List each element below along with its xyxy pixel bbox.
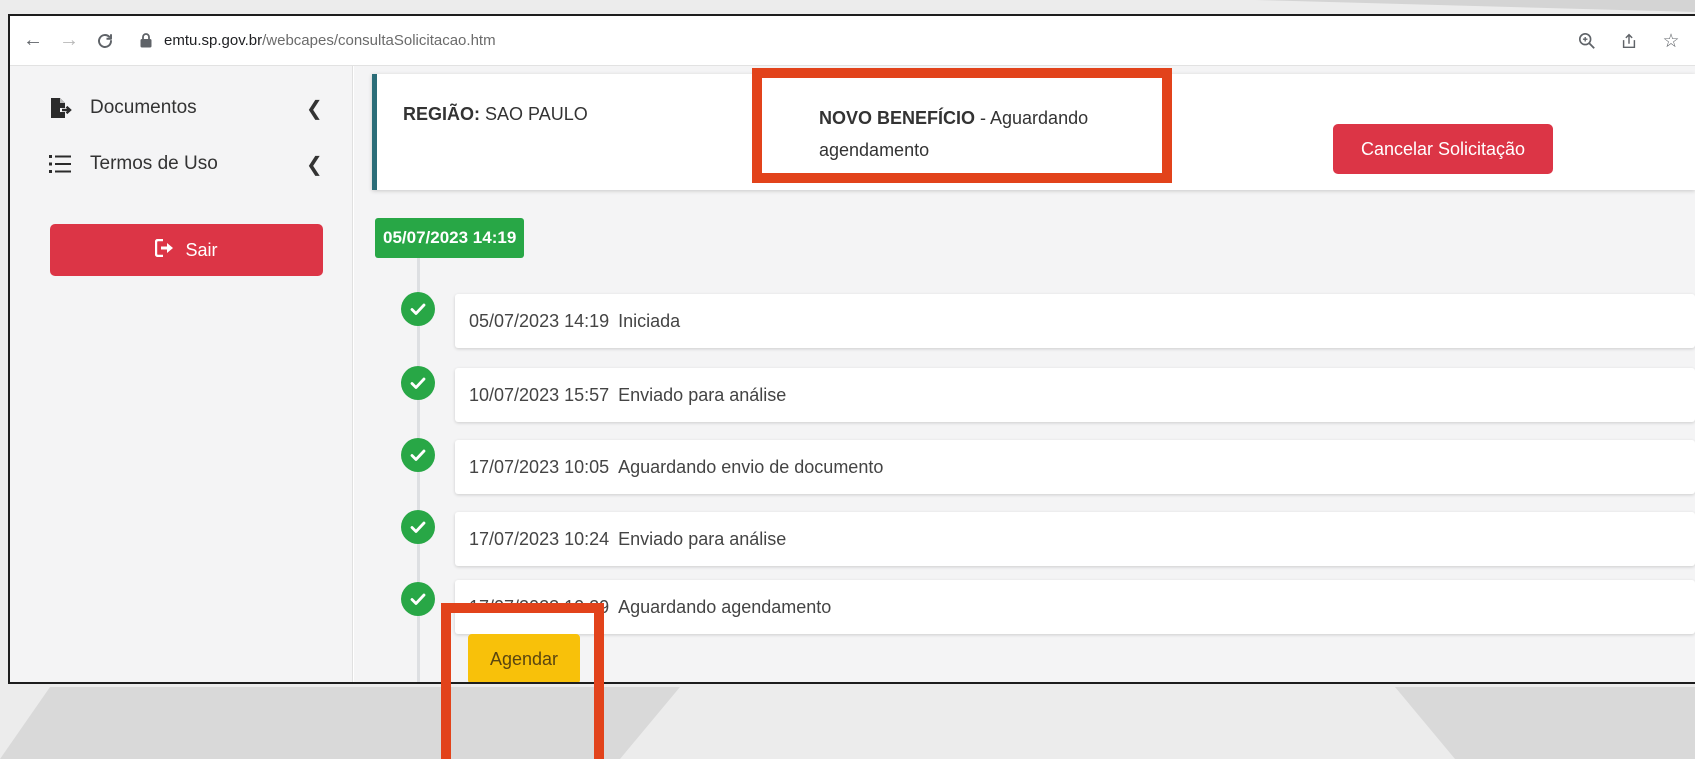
url-path: /webcapes/consultaSolicitacao.htm bbox=[262, 32, 496, 49]
browser-toolbar: ← → emtu.sp.gov.br/webcapes/consultaSoli… bbox=[10, 16, 1695, 66]
timeline-event: 17/07/2023 10:05 Aguardando envio de doc… bbox=[455, 440, 1695, 494]
sidebar-item-label: Termos de Uso bbox=[90, 153, 218, 174]
chevron-left-icon: ❮ bbox=[306, 97, 323, 120]
timeline-event-date: 17/07/2023 10:05 bbox=[469, 456, 610, 477]
address-bar[interactable]: emtu.sp.gov.br/webcapes/consultaSolicita… bbox=[136, 23, 496, 59]
check-circle-icon bbox=[401, 438, 435, 472]
sidebar-item-termos-de-uso[interactable]: Termos de Uso ❮ bbox=[10, 136, 353, 192]
sidebar-item-documentos[interactable]: Documentos ❮ bbox=[10, 80, 353, 136]
timeline-event-date: 05/07/2023 14:19 bbox=[469, 310, 610, 331]
timeline-event: 17/07/2023 10:29 Aguardando agendamento bbox=[455, 580, 1695, 634]
list-icon bbox=[48, 152, 72, 176]
logout-label: Sair bbox=[185, 239, 218, 260]
lock-icon bbox=[136, 33, 156, 48]
timeline-date-badge: 05/07/2023 14:19 bbox=[375, 218, 525, 258]
url-text: emtu.sp.gov.br/webcapes/consultaSolicita… bbox=[164, 32, 496, 49]
check-circle-icon bbox=[401, 292, 435, 326]
timeline-event-date: 10/07/2023 15:57 bbox=[469, 384, 610, 405]
bookmark-star-icon[interactable]: ☆ bbox=[1657, 27, 1685, 55]
check-circle-icon bbox=[401, 510, 435, 544]
timeline-event: 05/07/2023 14:19 Iniciada bbox=[455, 294, 1695, 348]
background-shape bbox=[1255, 0, 1695, 12]
timeline-event-text: Aguardando envio de documento bbox=[618, 456, 884, 477]
share-icon[interactable] bbox=[1615, 27, 1643, 55]
timeline-event-text: Enviado para análise bbox=[618, 384, 787, 405]
timeline-event-text: Iniciada bbox=[618, 310, 681, 331]
back-arrow-icon[interactable]: ← bbox=[18, 26, 48, 56]
cancel-request-button[interactable]: Cancelar Solicitação bbox=[1333, 124, 1553, 174]
check-circle-icon bbox=[401, 582, 435, 616]
region-label: REGIÃO: bbox=[403, 104, 481, 124]
timeline-event: 10/07/2023 15:57 Enviado para análise bbox=[455, 368, 1695, 422]
chevron-left-icon: ❮ bbox=[306, 153, 323, 176]
logout-button[interactable]: Sair bbox=[50, 224, 323, 276]
background-shape bbox=[0, 687, 680, 759]
timeline-event-text: Enviado para análise bbox=[618, 528, 787, 549]
region-value: SAO PAULO bbox=[485, 104, 588, 124]
file-export-icon bbox=[48, 96, 72, 120]
timeline-event-date: 17/07/2023 10:24 bbox=[469, 528, 610, 549]
forward-arrow-icon[interactable]: → bbox=[54, 26, 84, 56]
sign-out-icon bbox=[155, 238, 175, 262]
zoom-icon[interactable] bbox=[1573, 27, 1601, 55]
background-shape bbox=[1395, 687, 1695, 759]
annotation-highlight-schedule bbox=[441, 603, 604, 759]
region-info: REGIÃO: SAO PAULO bbox=[403, 104, 588, 125]
sidebar-item-label: Documentos bbox=[90, 97, 197, 118]
sidebar: Documentos ❮ Termos de Uso ❮ Sair bbox=[10, 66, 353, 682]
reload-icon[interactable] bbox=[90, 26, 120, 56]
timeline-event-text: Aguardando agendamento bbox=[618, 596, 832, 617]
browser-actions: ☆ bbox=[1573, 16, 1685, 66]
check-circle-icon bbox=[401, 366, 435, 400]
annotation-highlight-status bbox=[752, 68, 1172, 183]
url-host: emtu.sp.gov.br bbox=[164, 32, 263, 49]
timeline-event: 17/07/2023 10:24 Enviado para análise bbox=[455, 512, 1695, 566]
